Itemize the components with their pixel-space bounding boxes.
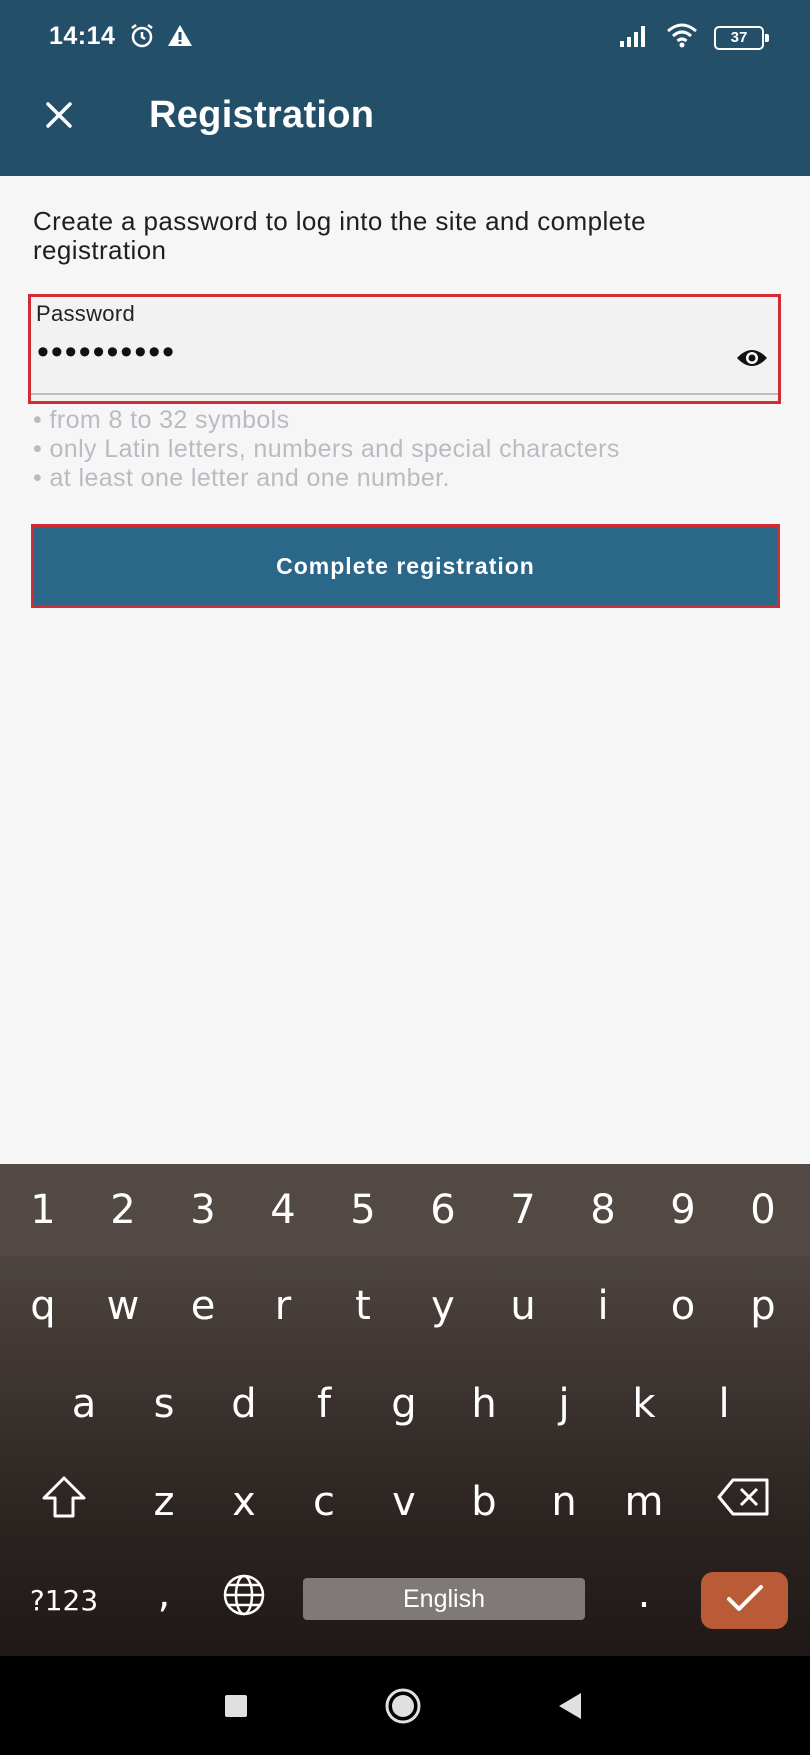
key-8[interactable]: 8 bbox=[567, 1170, 639, 1250]
eye-icon bbox=[735, 346, 769, 375]
close-icon bbox=[44, 100, 74, 135]
key-4[interactable]: 4 bbox=[247, 1170, 319, 1250]
key-i[interactable]: i bbox=[567, 1266, 639, 1346]
key-r[interactable]: r bbox=[247, 1266, 319, 1346]
field-underline bbox=[31, 393, 778, 395]
rule-item: from 8 to 32 symbols bbox=[33, 406, 783, 435]
key-n[interactable]: n bbox=[528, 1462, 600, 1542]
key-w[interactable]: w bbox=[87, 1266, 159, 1346]
key-c[interactable]: c bbox=[288, 1462, 360, 1542]
backspace-key[interactable] bbox=[708, 1462, 780, 1542]
complete-registration-button[interactable]: Complete registration bbox=[31, 524, 780, 608]
square-icon bbox=[223, 1693, 249, 1724]
key-6[interactable]: 6 bbox=[407, 1170, 479, 1250]
space-key[interactable]: English bbox=[303, 1578, 585, 1620]
language-key[interactable] bbox=[208, 1560, 280, 1640]
page-title: Registration bbox=[149, 94, 375, 136]
key-o[interactable]: o bbox=[647, 1266, 719, 1346]
key-a[interactable]: a bbox=[48, 1364, 120, 1444]
key-z[interactable]: z bbox=[128, 1462, 200, 1542]
password-rules: from 8 to 32 symbols only Latin letters,… bbox=[33, 406, 783, 493]
shift-icon bbox=[41, 1475, 87, 1529]
key-s[interactable]: s bbox=[128, 1364, 200, 1444]
key-u[interactable]: u bbox=[487, 1266, 559, 1346]
key-l[interactable]: l bbox=[688, 1364, 760, 1444]
battery-icon: 37 bbox=[714, 25, 769, 50]
key-h[interactable]: h bbox=[448, 1364, 520, 1444]
navigation-bar bbox=[0, 1656, 810, 1755]
wifi-icon bbox=[666, 22, 698, 53]
number-row: 1 2 3 4 5 6 7 8 9 0 bbox=[0, 1164, 810, 1256]
warning-icon bbox=[166, 22, 194, 55]
period-key[interactable]: . bbox=[608, 1554, 680, 1634]
intro-text: Create a password to log into the site a… bbox=[33, 206, 646, 265]
key-2[interactable]: 2 bbox=[87, 1170, 159, 1250]
password-field[interactable]: Password •••••••••• bbox=[28, 294, 781, 404]
key-f[interactable]: f bbox=[288, 1364, 360, 1444]
app-bar: Registration bbox=[0, 72, 810, 176]
back-button[interactable] bbox=[550, 1688, 590, 1728]
key-m[interactable]: m bbox=[608, 1462, 680, 1542]
key-1[interactable]: 1 bbox=[7, 1170, 79, 1250]
key-v[interactable]: v bbox=[368, 1462, 440, 1542]
show-password-button[interactable] bbox=[732, 345, 772, 375]
key-9[interactable]: 9 bbox=[647, 1170, 719, 1250]
status-time: 14:14 bbox=[49, 22, 116, 50]
signal-icon bbox=[618, 23, 650, 52]
home-circle-icon bbox=[383, 1686, 423, 1731]
close-button[interactable] bbox=[34, 92, 84, 142]
globe-icon bbox=[222, 1573, 266, 1627]
key-e[interactable]: e bbox=[167, 1266, 239, 1346]
key-j[interactable]: j bbox=[528, 1364, 600, 1444]
key-g[interactable]: g bbox=[368, 1364, 440, 1444]
keyboard: 1 2 3 4 5 6 7 8 9 0 q w e r t y u i o p … bbox=[0, 1164, 810, 1656]
key-k[interactable]: k bbox=[608, 1364, 680, 1444]
key-d[interactable]: d bbox=[208, 1364, 280, 1444]
key-3[interactable]: 3 bbox=[167, 1170, 239, 1250]
home-button[interactable] bbox=[383, 1688, 423, 1728]
key-x[interactable]: x bbox=[208, 1462, 280, 1542]
key-5[interactable]: 5 bbox=[327, 1170, 399, 1250]
key-q[interactable]: q bbox=[7, 1266, 79, 1346]
key-t[interactable]: t bbox=[327, 1266, 399, 1346]
backspace-icon bbox=[717, 1477, 771, 1527]
key-p[interactable]: p bbox=[727, 1266, 799, 1346]
comma-key[interactable]: , bbox=[128, 1554, 200, 1634]
rule-item: at least one letter and one number. bbox=[33, 464, 783, 493]
recents-button[interactable] bbox=[216, 1688, 256, 1728]
key-y[interactable]: y bbox=[407, 1266, 479, 1346]
rule-item: only Latin letters, numbers and special … bbox=[33, 435, 783, 464]
check-icon bbox=[726, 1583, 764, 1618]
alarm-icon bbox=[128, 22, 156, 55]
enter-key[interactable] bbox=[701, 1572, 788, 1629]
symbols-key[interactable]: ?123 bbox=[28, 1560, 100, 1640]
back-triangle-icon bbox=[556, 1691, 584, 1726]
key-0[interactable]: 0 bbox=[727, 1170, 799, 1250]
key-7[interactable]: 7 bbox=[487, 1170, 559, 1250]
shift-key[interactable] bbox=[28, 1462, 100, 1542]
key-b[interactable]: b bbox=[448, 1462, 520, 1542]
password-label: Password bbox=[36, 301, 135, 326]
password-input[interactable]: •••••••••• bbox=[37, 333, 176, 372]
status-bar: 14:14 37 bbox=[0, 0, 810, 72]
